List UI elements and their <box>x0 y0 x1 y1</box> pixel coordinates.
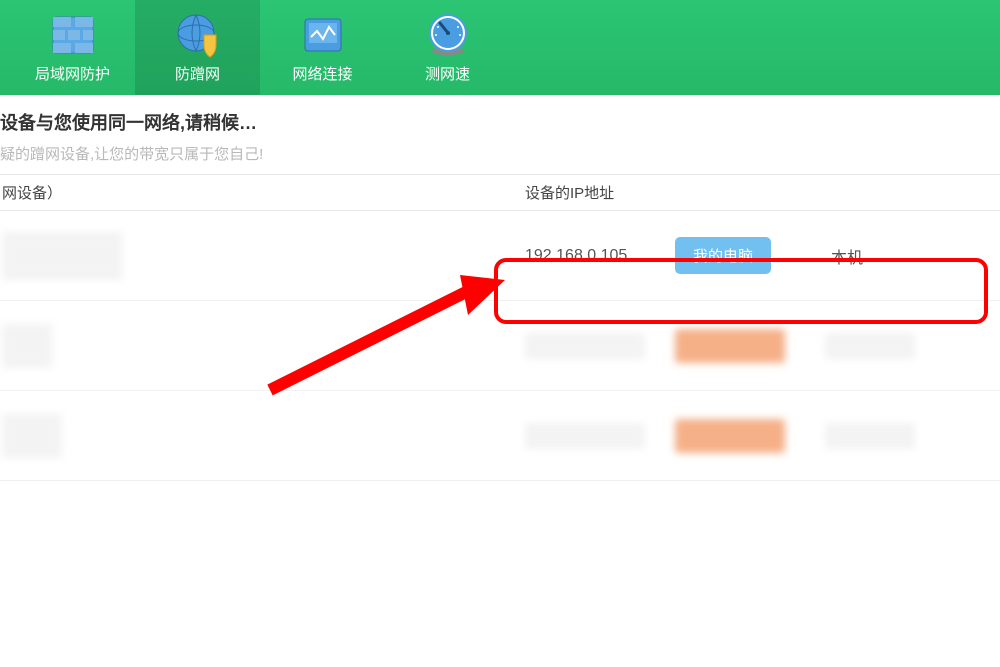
my-computer-button[interactable]: 我的电脑 <box>675 237 771 274</box>
globe-shield-icon <box>174 11 222 59</box>
blurred-content <box>2 232 122 280</box>
device-info-cell <box>0 232 500 280</box>
firewall-icon <box>49 11 97 59</box>
blurred-button <box>675 329 785 363</box>
status-area: 设备与您使用同一网络,请稍候… 疑的蹭网设备,让您的带宽只属于您自己! <box>0 95 1000 175</box>
blurred-content <box>525 423 645 449</box>
status-title: 设备与您使用同一网络,请稍候… <box>0 109 1000 135</box>
nav-label: 测网速 <box>425 63 470 84</box>
nav-speed-test[interactable]: 测网速 <box>385 0 510 95</box>
device-info-cell <box>0 324 500 368</box>
device-ip-cell <box>500 419 1000 453</box>
column-device-header: 网设备） <box>0 182 500 203</box>
top-navigation: 局域网防护 防蹭网 网络连接 <box>0 0 1000 95</box>
local-machine-label: 本机 <box>831 244 863 268</box>
device-ip-cell <box>500 329 1000 363</box>
ip-address: 192.168.0.105 <box>525 247 675 265</box>
blurred-content <box>2 324 52 368</box>
device-row[interactable] <box>0 301 1000 391</box>
device-info-cell <box>0 414 500 458</box>
blurred-button <box>675 419 785 453</box>
blurred-content <box>2 414 62 458</box>
network-monitor-icon <box>299 11 347 59</box>
blurred-content <box>825 333 915 359</box>
nav-anti-leech[interactable]: 防蹭网 <box>135 0 260 95</box>
device-row[interactable] <box>0 391 1000 481</box>
nav-lan-protection[interactable]: 局域网防护 <box>10 0 135 95</box>
blurred-content <box>525 333 645 359</box>
column-ip-header: 设备的IP地址 <box>500 182 1000 203</box>
status-subtitle: 疑的蹭网设备,让您的带宽只属于您自己! <box>0 143 1000 164</box>
nav-network-connection[interactable]: 网络连接 <box>260 0 385 95</box>
speedometer-icon <box>424 11 472 59</box>
device-ip-cell: 192.168.0.105 我的电脑 本机 <box>500 237 1000 274</box>
nav-label: 网络连接 <box>292 63 352 84</box>
nav-label: 防蹭网 <box>175 63 220 84</box>
nav-label: 局域网防护 <box>35 63 110 84</box>
blurred-content <box>825 423 915 449</box>
device-row[interactable]: 192.168.0.105 我的电脑 本机 <box>0 211 1000 301</box>
table-header: 网设备） 设备的IP地址 <box>0 175 1000 211</box>
